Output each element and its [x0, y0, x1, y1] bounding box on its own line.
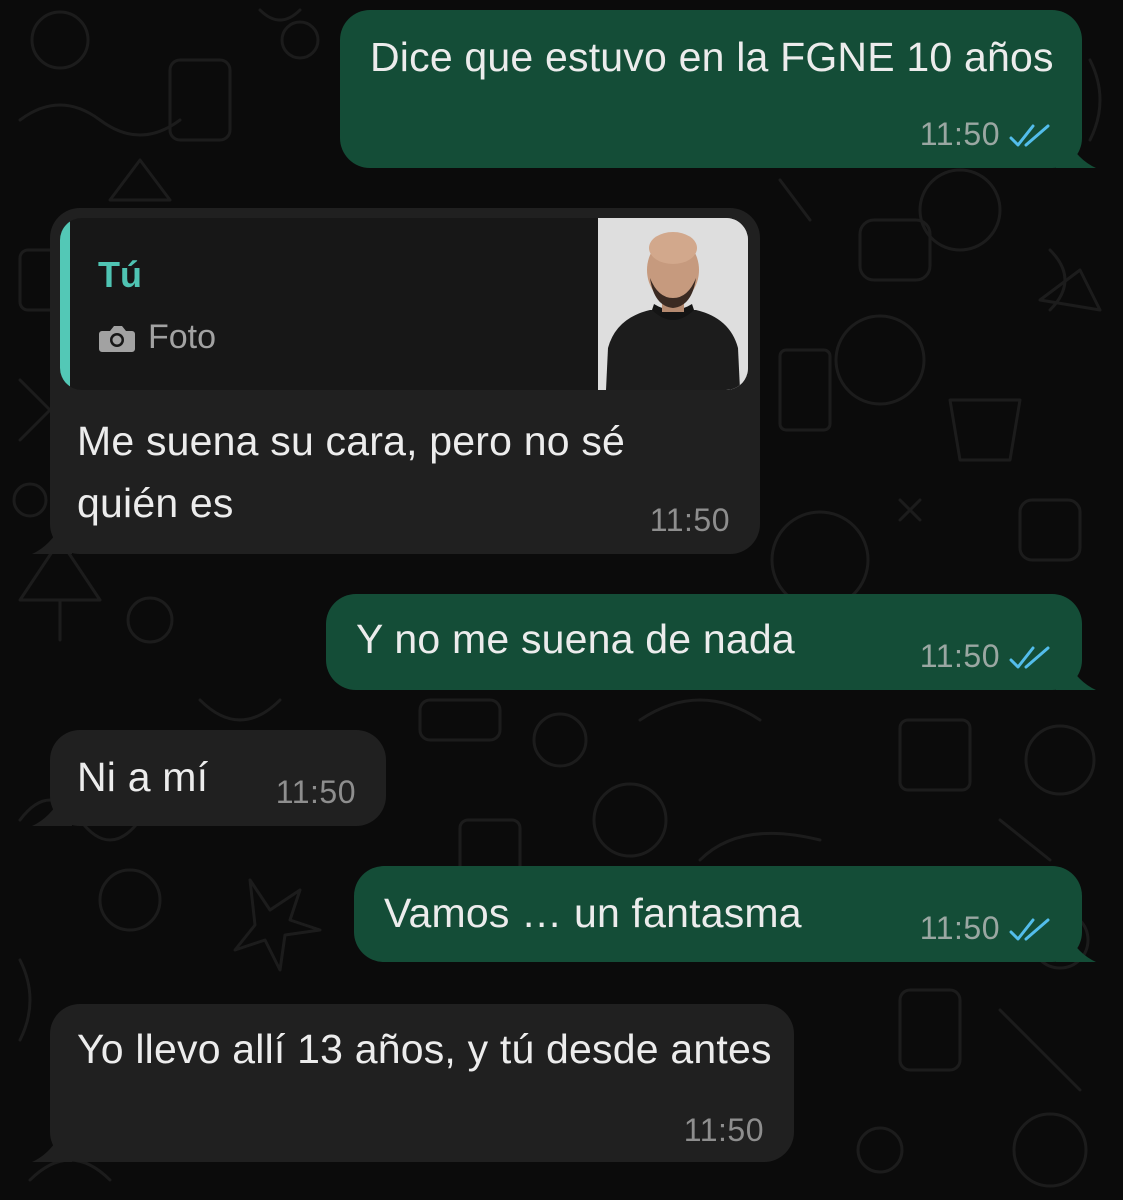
message-meta: 11:50	[684, 1112, 764, 1149]
message-meta: 11:50	[276, 774, 356, 811]
message-outgoing[interactable]: Y no me suena de nada 11:50	[326, 594, 1096, 690]
message-time: 11:50	[683, 1112, 764, 1148]
message-incoming[interactable]: Tú Foto Me suena su cara, pero no sé qui…	[32, 208, 760, 554]
quote-author: Tú	[98, 254, 142, 295]
message-text: Yo llevo allí 13 años, y tú desde antes	[77, 1026, 772, 1072]
bubble-tail	[1056, 932, 1096, 962]
message-text: Dice que estuvo en la FGNE 10 años	[370, 34, 1054, 80]
message-text: Ni a mí	[77, 754, 209, 800]
quoted-reply[interactable]: Tú Foto	[60, 218, 748, 390]
camera-icon	[99, 325, 135, 352]
quote-media-type: Foto	[98, 318, 216, 357]
message-outgoing[interactable]: Vamos … un fantasma 11:50	[354, 866, 1096, 962]
read-ticks-icon	[1009, 646, 1050, 668]
message-outgoing[interactable]: Dice que estuvo en la FGNE 10 años 11:50	[340, 10, 1096, 168]
bubble-tail	[32, 796, 72, 826]
message-text: Me suena su cara, pero no sé quién es	[77, 418, 626, 526]
message-incoming[interactable]: Yo llevo allí 13 años, y tú desde antes …	[32, 1004, 794, 1162]
bubble-tail	[32, 1132, 72, 1162]
chat-view[interactable]: Dice que estuvo en la FGNE 10 años 11:50…	[0, 0, 1123, 1200]
message-meta: 11:50	[650, 502, 730, 539]
message-meta: 11:50	[920, 116, 1054, 153]
read-ticks-icon	[1009, 918, 1050, 940]
message-time: 11:50	[919, 116, 1000, 152]
bubble-tail	[1056, 138, 1096, 168]
person-photo	[598, 218, 748, 390]
quote-media-label: Foto	[148, 318, 217, 356]
bubble-tail	[1056, 660, 1096, 690]
message-text: Vamos … un fantasma	[384, 890, 802, 936]
message-time: 11:50	[275, 774, 356, 810]
message-incoming[interactable]: Ni a mí 11:50	[32, 730, 386, 826]
message-meta: 11:50	[920, 910, 1054, 947]
message-time: 11:50	[919, 638, 1000, 674]
read-ticks-icon	[1009, 124, 1050, 146]
message-meta: 11:50	[920, 638, 1054, 675]
message-time: 11:50	[649, 502, 730, 538]
bubble-tail	[32, 524, 72, 554]
quote-accent-bar	[60, 218, 70, 390]
quote-photo-thumbnail	[598, 218, 748, 390]
message-time: 11:50	[919, 910, 1000, 946]
message-text: Y no me suena de nada	[356, 616, 795, 662]
